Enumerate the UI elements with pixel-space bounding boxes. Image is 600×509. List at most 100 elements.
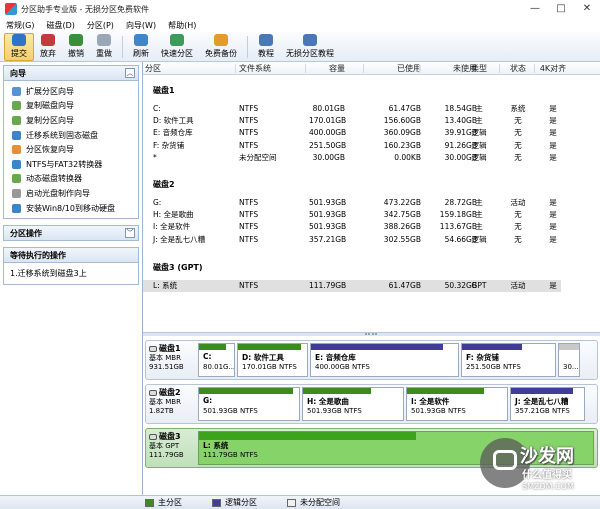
disk-bar[interactable]: 磁盘1 基本 MBR 931.51GB C: 80.01G... D: 软件工具 170.0… (145, 340, 598, 380)
table-row[interactable]: F: 杂货铺 NTFS 251.50GB 160.23GB 91.26GB 逻辑无是 (143, 140, 561, 152)
column-divider[interactable] (499, 64, 500, 73)
table-cell: L: 系统 (153, 281, 178, 290)
partition-block[interactable]: E: 音频仓库 400.00GB NTFS (310, 343, 459, 377)
table-cell: 活动 (510, 281, 526, 290)
table-row[interactable]: D: 软件工具 NTFS 170.01GB 156.60GB 13.40GB 主无是 (143, 115, 561, 127)
column-header[interactable]: 容量 (309, 62, 345, 75)
toolbar-button-0[interactable]: 提交 (4, 32, 34, 61)
column-header[interactable]: 4K对齐 (538, 62, 568, 75)
column-divider[interactable] (419, 64, 420, 73)
table-row[interactable]: E: 音频仓库 NTFS 400.00GB 360.09GB 39.91GB 逻辑无是 (143, 127, 561, 139)
menu-general[interactable]: 常规(G) (6, 20, 34, 31)
partition-block[interactable]: F: 杂货铺 251.50GB NTFS (461, 343, 556, 377)
toolbar-button-label: 快速分区 (161, 49, 193, 58)
wizard-item[interactable]: 动态磁盘转换器 (12, 172, 138, 187)
legend-label: 主分区 (158, 498, 182, 507)
column-header[interactable]: 已使用 (367, 62, 421, 75)
disk-name: 磁盘3 (149, 432, 197, 442)
table-cell: GPT (471, 281, 487, 290)
table-row[interactable]: J: 全是乱七八糟 NTFS 357.21GB 302.55GB 54.66GB 逻辑无是 (143, 234, 561, 246)
wizard-pane-header[interactable]: 向导 ︿ (3, 65, 139, 81)
wizard-icon (12, 188, 21, 198)
wizard-icon (12, 115, 21, 125)
column-header[interactable]: 分区 (145, 62, 235, 75)
table-cell: 是 (549, 281, 557, 290)
wizard-item[interactable]: 复制分区向导 (12, 113, 138, 128)
wizard-icon (12, 86, 21, 96)
collapse-icon[interactable]: ︿ (125, 68, 135, 78)
expand-icon[interactable]: ﹀ (125, 228, 135, 239)
partition-size: 251.50GB NTFS (466, 363, 521, 371)
wizard-item[interactable]: 扩展分区向导 (12, 84, 138, 99)
table-cell: NTFS (239, 116, 259, 126)
table-cell: 80.01GB (312, 104, 345, 113)
table-cell: 逻辑 (471, 152, 487, 162)
watermark-title: 沙发网 (520, 446, 574, 467)
wizard-item[interactable]: 安装Win8/10到移动硬盘 (12, 201, 138, 216)
toolbar-button-7[interactable]: 教程 (252, 33, 280, 61)
table-row[interactable]: I: 全是软件 NTFS 501.93GB 388.26GB 113.67GB 主无是 (143, 221, 561, 233)
toolbar-button-4[interactable]: 刷新 (127, 33, 155, 61)
partition-block[interactable]: I: 全是软件 501.93GB NTFS (406, 387, 508, 421)
disk-bar[interactable]: 磁盘2 基本 MBR 1.82TB G: 501.93GB NTFS H: 全是歌曲 501… (145, 384, 598, 424)
disk-size: 111.79GB (149, 451, 184, 459)
disk-kind: 基本 MBR (149, 397, 181, 406)
table-row[interactable]: * 未分配空间 30.00GB 0.00KB 30.00GB 逻辑无是 (143, 152, 561, 164)
toolbar-button-1[interactable]: 放弃 (34, 33, 62, 61)
table-cell: 360.09GB (383, 128, 421, 138)
toolbar-button-6[interactable]: 免费备份 (199, 33, 243, 61)
menu-help[interactable]: 帮助(H) (168, 20, 196, 31)
partition-block[interactable]: C: 80.01G... (198, 343, 235, 377)
partition-size: 501.93GB NTFS (411, 407, 466, 415)
menu-wizard[interactable]: 向导(W) (126, 20, 156, 31)
column-divider[interactable] (363, 64, 364, 73)
table-row[interactable]: C: NTFS 80.01GB 61.47GB 18.54GB 主系统是 (143, 103, 561, 115)
column-header[interactable]: 文件系统 (239, 62, 305, 75)
maximize-button[interactable]: □ (548, 0, 574, 18)
partition-usage-bar (303, 388, 371, 394)
wizard-item[interactable]: NTFS与FAT32转换器 (12, 157, 138, 172)
partition-size: 30... (563, 363, 579, 371)
partition-block[interactable]: 30... (558, 343, 580, 377)
partition-block[interactable]: J: 全是乱七八糟 357.21GB NTFS (510, 387, 585, 421)
table-cell: 111.79GB (309, 281, 347, 290)
partition-label: H: 全是歌曲 (307, 397, 349, 406)
table-row[interactable]: G: NTFS 501.93GB 473.22GB 28.72GB 主活动是 (143, 197, 561, 209)
toolbar-button-label: 教程 (258, 49, 274, 58)
column-header[interactable]: 类型 (465, 62, 493, 75)
close-button[interactable]: ✕ (574, 0, 600, 18)
wizard-item[interactable]: 复制磁盘向导 (12, 99, 138, 114)
column-divider[interactable] (534, 64, 535, 73)
pending-ops-title: 等待执行的操作 (10, 250, 66, 260)
partition-block[interactable]: H: 全是歌曲 501.93GB NTFS (302, 387, 404, 421)
toolbar-button-8[interactable]: 无损分区教程 (280, 33, 340, 61)
watermark-subtitle: 什么值得买 (522, 470, 572, 481)
legend-swatch (145, 498, 154, 507)
menu-disk[interactable]: 磁盘(D) (46, 20, 74, 31)
wizard-item[interactable]: 分区恢复向导 (12, 142, 138, 157)
column-divider[interactable] (461, 64, 462, 73)
column-divider[interactable] (305, 64, 306, 73)
menu-partition[interactable]: 分区(P) (87, 20, 114, 31)
column-divider[interactable] (235, 64, 236, 73)
table-row[interactable]: L: 系统 NTFS 111.79GB 61.47GB 50.32GB GPT 活动是 (143, 280, 561, 292)
wizard-item[interactable]: 迁移系统到固态磁盘 (12, 128, 138, 143)
toolbar-button-5[interactable]: 快速分区 (155, 33, 199, 61)
toolbar-separator (122, 35, 123, 58)
disk-group-title: 磁盘3 (GPT) (153, 263, 203, 272)
column-header[interactable]: 状态 (503, 62, 533, 75)
table-cell: C: (153, 104, 161, 113)
app-logo-icon (5, 3, 17, 15)
pending-op-item[interactable]: 1.迁移系统到磁盘3上 (10, 269, 87, 278)
partition-blocks: G: 501.93GB NTFS H: 全是歌曲 501.93GB NTFS I: 全是… (198, 387, 594, 421)
minimize-button[interactable]: — (522, 0, 548, 18)
disk-name: 磁盘1 (149, 344, 197, 354)
partition-ops-header[interactable]: 分区操作 ﹀ (3, 225, 139, 242)
partition-block[interactable]: D: 软件工具 170.01GB NTFS (237, 343, 308, 377)
wizard-item[interactable]: 启动光盘制作向导 (12, 186, 138, 201)
toolbar-button-3[interactable]: 重做 (90, 33, 118, 61)
partition-block[interactable]: G: 501.93GB NTFS (198, 387, 300, 421)
table-cell: 未分配空间 (239, 152, 277, 162)
toolbar-button-2[interactable]: 撤销 (62, 33, 90, 61)
table-row[interactable]: H: 全是歌曲 NTFS 501.93GB 342.75GB 159.18GB 主无是 (143, 209, 561, 221)
